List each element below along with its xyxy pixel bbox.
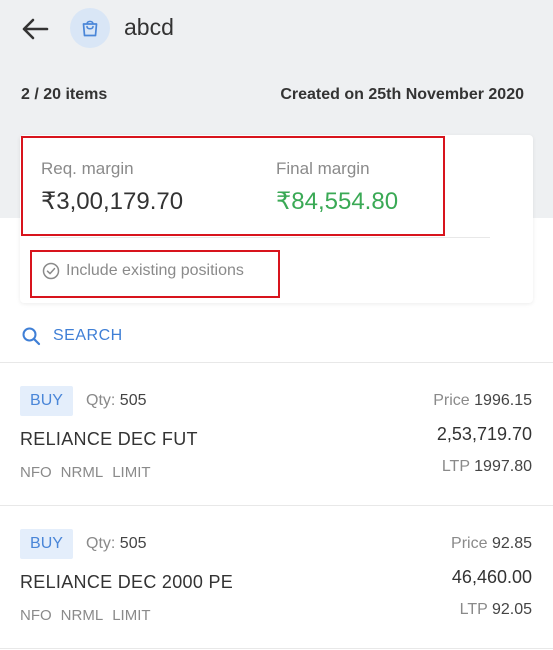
ltp-value: 1997.80: [474, 458, 532, 475]
order-item[interactable]: BUY Qty: 505 RELIANCE DEC FUT NFO NRML L…: [0, 363, 553, 506]
include-existing-label: Include existing positions: [66, 262, 244, 279]
created-date: Created on 25th November 2020: [280, 86, 524, 103]
price-value: 92.85: [491, 535, 532, 552]
ltp-label: LTP: [441, 458, 470, 475]
include-existing-positions-toggle[interactable]: Include existing positions: [42, 262, 244, 280]
exchange-tag: NFO: [20, 607, 52, 624]
back-button[interactable]: [18, 12, 52, 46]
divider: [0, 648, 553, 649]
order-price: Price 1996.15: [433, 392, 532, 410]
product-tag: NRML: [60, 464, 104, 481]
search-button[interactable]: SEARCH: [21, 326, 123, 346]
order-side-badge: BUY: [20, 386, 73, 416]
margin-highlight-box: [21, 136, 445, 236]
order-type-tag: LIMIT: [112, 607, 151, 624]
basket-icon: [82, 20, 98, 37]
order-price: Price 92.85: [451, 535, 532, 553]
basket-avatar: [70, 8, 110, 48]
order-side-badge: BUY: [20, 529, 73, 559]
price-label: Price: [451, 535, 488, 552]
price-label: Price: [433, 392, 470, 409]
order-ltp: LTP 92.05: [460, 601, 532, 619]
final-margin-value: ₹84,554.80: [276, 188, 399, 215]
check-circle-icon: [42, 262, 60, 280]
order-tags: NFO NRML LIMIT: [20, 464, 151, 481]
basket-title: abcd: [124, 14, 174, 40]
search-icon: [22, 327, 41, 346]
order-qty: Qty: 505: [86, 392, 147, 410]
order-ltp: LTP 1997.80: [442, 458, 532, 476]
product-tag: NRML: [60, 607, 104, 624]
order-tags: NFO NRML LIMIT: [20, 607, 151, 624]
order-amount: 46,460.00: [451, 567, 532, 587]
order-amount: 2,53,719.70: [436, 424, 532, 444]
order-symbol: RELIANCE DEC FUT: [20, 429, 198, 449]
arrow-left-icon: [22, 18, 49, 40]
order-item[interactable]: BUY Qty: 505 RELIANCE DEC 2000 PE NFO NR…: [0, 506, 553, 649]
search-label: SEARCH: [53, 327, 123, 344]
qty-value: 505: [119, 392, 147, 409]
qty-label: Qty:: [86, 535, 116, 552]
price-value: 1996.15: [474, 392, 532, 409]
req-margin-label: Req. margin: [41, 159, 134, 178]
qty-value: 505: [119, 535, 147, 552]
ltp-label: LTP: [459, 601, 488, 618]
qty-label: Qty:: [86, 392, 116, 409]
req-margin-value: ₹3,00,179.70: [41, 188, 184, 215]
items-count: 2 / 20 items: [21, 86, 108, 103]
final-margin-label: Final margin: [276, 159, 370, 178]
order-symbol: RELIANCE DEC 2000 PE: [20, 572, 234, 592]
order-qty: Qty: 505: [86, 535, 147, 553]
margin-card: Req. margin ₹3,00,179.70 Final margin ₹8…: [20, 135, 533, 303]
ltp-value: 92.05: [491, 601, 532, 618]
card-divider: [40, 237, 490, 238]
exchange-tag: NFO: [20, 464, 52, 481]
order-type-tag: LIMIT: [112, 464, 151, 481]
app-header: abcd: [0, 0, 553, 58]
